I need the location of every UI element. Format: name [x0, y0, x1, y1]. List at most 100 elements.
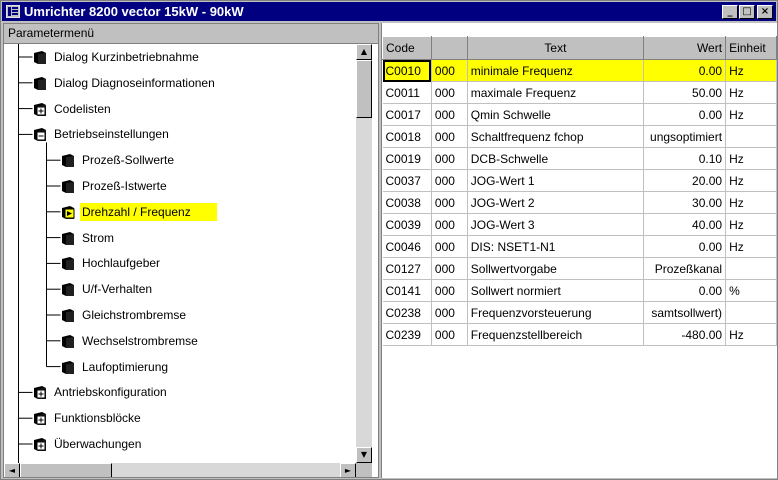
cell-code: C0046: [382, 235, 432, 258]
scroll-right-button[interactable]: ►: [340, 463, 356, 477]
table-row[interactable]: C0046 000 DIS: NSET1-N1 0.00 Hz: [382, 235, 777, 258]
column-header-wert[interactable]: Wert: [643, 36, 727, 60]
window-title: Umrichter 8200 vector 15kW - 90kW: [24, 4, 244, 19]
cell-code: C0127: [382, 257, 432, 280]
table-row[interactable]: C0127 000 Sollwertvorgabe Prozeßkanal: [382, 257, 777, 280]
expand-plus-icon[interactable]: [32, 384, 48, 400]
cell-unit: %: [725, 279, 777, 302]
leaf-book-icon[interactable]: [60, 281, 76, 297]
column-header-sub[interactable]: [430, 36, 468, 60]
cell-value[interactable]: 0.10: [643, 147, 727, 170]
leaf-book-icon[interactable]: [60, 152, 76, 168]
table-row[interactable]: C0238 000 Frequenzvorsteuerung samtsollwert…: [382, 301, 777, 324]
cell-unit: Hz: [725, 169, 777, 192]
leaf-book-icon[interactable]: [32, 49, 48, 65]
cell-text: maximale Frequenz: [467, 81, 645, 104]
parameter-tree[interactable]: Dialog Kurzinbetriebnahme Dialog Diagnose…: [4, 44, 356, 463]
cell-value[interactable]: 0.00: [643, 59, 727, 82]
leaf-book-icon[interactable]: [32, 75, 48, 91]
minimize-button[interactable]: _: [722, 5, 738, 19]
table-row[interactable]: C0019 000 DCB-Schwelle 0.10 Hz: [382, 147, 777, 170]
cell-subcode: 000: [431, 323, 468, 346]
horizontal-scroll-thumb[interactable]: [20, 463, 112, 477]
tree-node-label: Antriebskonfiguration: [54, 385, 167, 400]
table-row[interactable]: C0010 000 minimale Frequenz 0.00 Hz: [382, 59, 777, 82]
cell-subcode: 000: [431, 235, 468, 258]
table-row[interactable]: C0239 000 Frequenzstellbereich -480.00 Hz: [382, 323, 777, 346]
leaf-book-icon[interactable]: [60, 333, 76, 349]
column-header-text[interactable]: Text: [466, 36, 645, 60]
leaf-book-icon[interactable]: [60, 230, 76, 246]
tree-node-label: Drehzahl / Frequenz: [80, 202, 217, 221]
cell-text: JOG-Wert 1: [467, 169, 645, 192]
column-header-code[interactable]: Code: [382, 36, 432, 60]
cell-value[interactable]: Prozeßkanal: [643, 257, 727, 280]
cell-value[interactable]: 40.00: [643, 213, 727, 236]
cell-subcode: 000: [431, 301, 468, 324]
cell-code: C0141: [382, 279, 432, 302]
leaf-book-icon[interactable]: [60, 178, 76, 194]
cell-unit: Hz: [725, 235, 777, 258]
scrollbar-corner: [356, 463, 372, 477]
cell-value[interactable]: 50.00: [643, 81, 727, 104]
table-row[interactable]: C0141 000 Sollwert normiert 0.00%: [382, 279, 777, 302]
table-header-row: Code Text Wert Einheit: [382, 36, 777, 60]
parameter-table-pane: Code Text Wert Einheit C0010 000 minimale …: [381, 23, 777, 478]
selected-arrow-icon[interactable]: [60, 204, 76, 220]
expand-plus-icon[interactable]: [32, 410, 48, 426]
tree-horizontal-scrollbar[interactable]: ◄ ►: [4, 463, 356, 477]
cell-value[interactable]: -480.00: [643, 323, 727, 346]
expand-plus-icon[interactable]: [32, 436, 48, 452]
scroll-down-button[interactable]: ▼: [356, 447, 372, 463]
table-row[interactable]: C0037 000 JOG-Wert 1 20.00 Hz: [382, 169, 777, 192]
cell-value[interactable]: 0.00: [643, 103, 727, 126]
leaf-book-icon[interactable]: [60, 307, 76, 323]
vertical-scroll-thumb[interactable]: [356, 60, 372, 118]
table-row[interactable]: C0017 000 Qmin Schwelle 0.00 Hz: [382, 103, 777, 126]
maximize-button[interactable]: □: [739, 5, 755, 19]
tree-vertical-scrollbar[interactable]: ▲ ▼: [356, 44, 372, 463]
cell-value[interactable]: 0.00: [643, 279, 727, 302]
cell-text: DCB-Schwelle: [467, 147, 645, 170]
close-button[interactable]: ×: [757, 5, 773, 19]
table-row[interactable]: C0018 000 Schaltfrequenz fchop ungsoptimier…: [382, 125, 777, 148]
cell-text: DIS: NSET1-N1: [467, 235, 645, 258]
cell-value[interactable]: ungsoptimiert: [643, 125, 727, 148]
cell-unit: [725, 125, 777, 148]
cell-unit: Hz: [725, 81, 777, 104]
leaf-book-icon[interactable]: [60, 255, 76, 271]
cell-code: C0010: [382, 59, 432, 82]
cell-unit: Hz: [725, 103, 777, 126]
tree-node-label: Prozeß-Istwerte: [82, 179, 167, 193]
table-row[interactable]: C0039 000 JOG-Wert 3 40.00 Hz: [382, 213, 777, 236]
cell-value[interactable]: 20.00: [643, 169, 727, 192]
cell-unit: Hz: [725, 323, 777, 346]
cell-code: C0238: [382, 301, 432, 324]
table-row[interactable]: C0011 000 maximale Frequenz 50.00 Hz: [382, 81, 777, 104]
scroll-left-button[interactable]: ◄: [4, 463, 20, 477]
expand-plus-icon[interactable]: [32, 101, 48, 117]
cell-unit: Hz: [725, 191, 777, 214]
table-row[interactable]: C0038 000 JOG-Wert 2 30.00 Hz: [382, 191, 777, 214]
cell-text: Frequenzstellbereich: [467, 323, 645, 346]
parameter-table: Code Text Wert Einheit C0010 000 minimale …: [382, 36, 777, 346]
title-bar[interactable]: Umrichter 8200 vector 15kW - 90kW _ □ ×: [2, 2, 776, 21]
collapse-minus-icon[interactable]: [32, 126, 48, 142]
cell-text: Qmin Schwelle: [467, 103, 645, 126]
cell-subcode: 000: [431, 191, 468, 214]
tree-node-label: U/f-Verhalten: [82, 282, 153, 297]
cell-value[interactable]: 30.00: [643, 191, 727, 214]
column-header-einheit[interactable]: Einheit: [725, 36, 777, 60]
tree-node-label: Gleichstrombremse: [82, 308, 187, 322]
tree-node-label: Funktionsblöcke: [54, 411, 141, 426]
cell-unit: Hz: [725, 147, 777, 170]
cell-value[interactable]: 0.00: [643, 235, 727, 258]
leaf-book-icon[interactable]: [60, 359, 76, 375]
tree-node-label: Codelisten: [54, 101, 111, 116]
scroll-up-button[interactable]: ▲: [356, 44, 372, 60]
tree-node-label: Laufoptimierung: [82, 359, 169, 374]
cell-code: C0018: [382, 125, 432, 148]
cell-value[interactable]: samtsollwert): [643, 301, 727, 324]
cell-text: JOG-Wert 2: [467, 191, 645, 214]
cell-subcode: 000: [431, 81, 468, 104]
